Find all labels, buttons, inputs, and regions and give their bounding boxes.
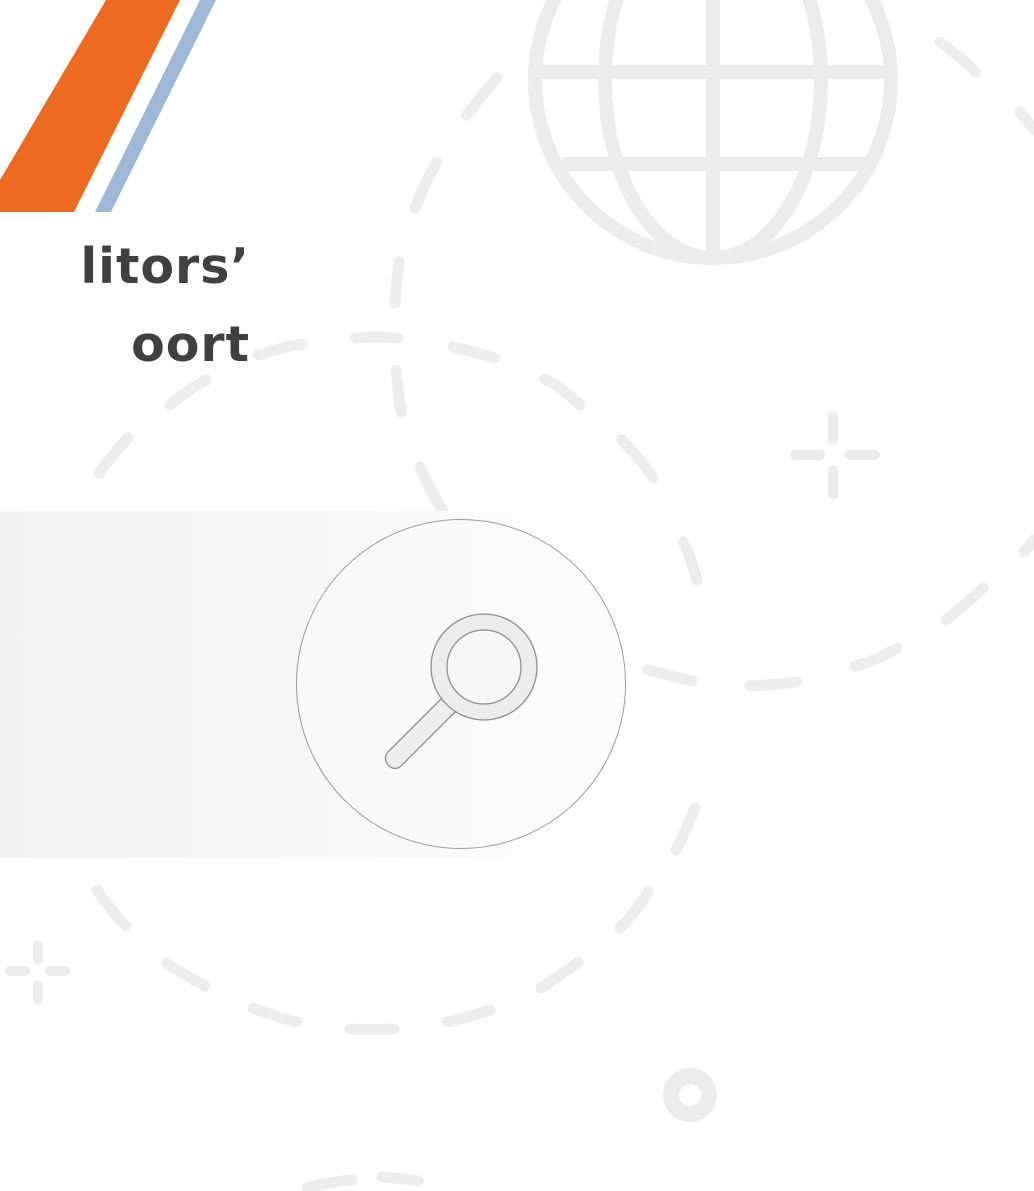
report-title: litors’ oort [0, 228, 250, 384]
title-line-1: litors’ [80, 238, 250, 295]
ring-decoration [663, 1068, 717, 1122]
report-cover: litors’ oort [0, 0, 1034, 1191]
title-line-2: oort [131, 316, 250, 373]
globe-icon [528, 0, 898, 265]
search-badge [296, 519, 626, 849]
magnifying-glass-icon [384, 613, 538, 770]
